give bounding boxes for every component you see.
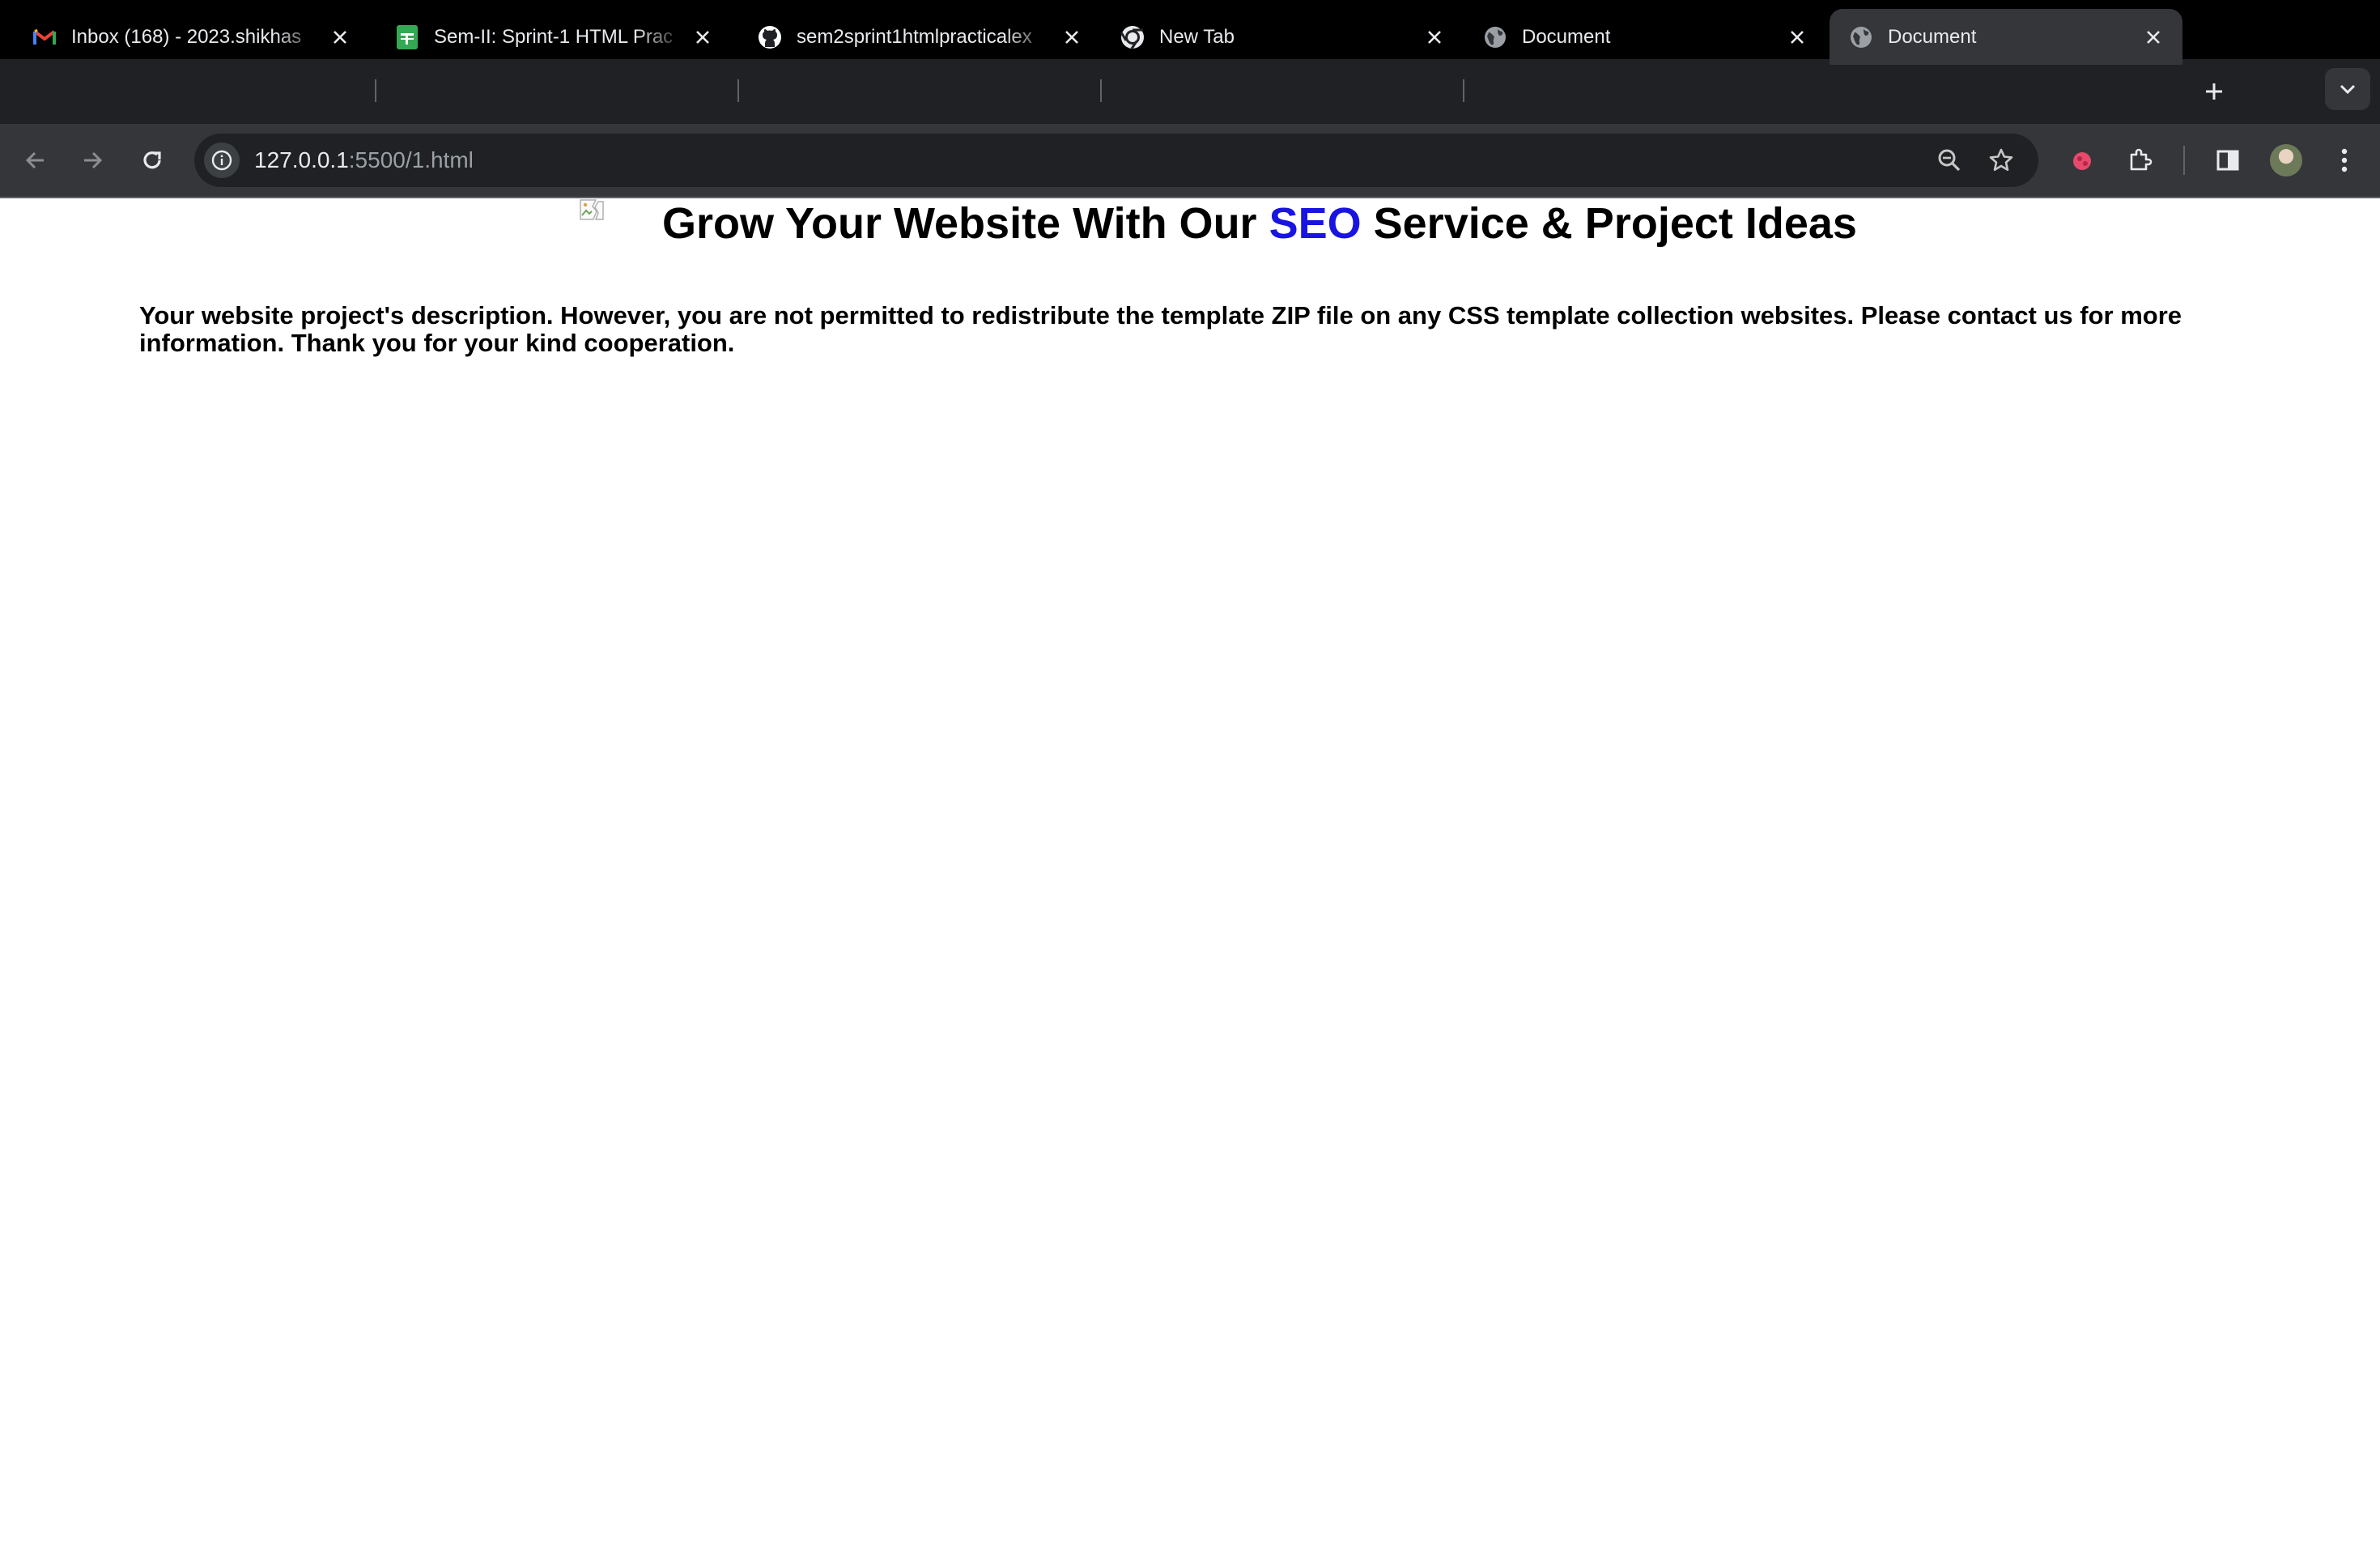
url-path: :5500/1.html [348,147,474,172]
close-icon[interactable] [686,21,719,53]
extension-button[interactable] [2059,138,2105,183]
tab-gmail[interactable]: Inbox (168) - 2023.shikhas [13,9,369,65]
star-icon [1989,148,2013,171]
tab-separator [1463,79,1464,102]
tab-title: New Tab [1159,25,1235,48]
url-text[interactable]: 127.0.0.1:5500/1.html [254,144,474,176]
chrome-icon [1120,25,1145,49]
reload-icon [143,151,161,169]
globe-icon [1849,25,1873,49]
sheets-icon [395,24,419,49]
globe-icon [1483,25,1507,49]
tab-new-tab[interactable]: New Tab [1101,9,1464,65]
broken-image-icon [580,199,604,220]
tab-strip [0,59,2380,124]
back-button[interactable] [13,138,58,183]
tab-separator [737,79,739,102]
puzzle-icon [2130,148,2153,171]
profile-avatar[interactable] [2270,144,2302,176]
side-panel-button[interactable] [2205,138,2250,183]
title-highlight-seo: SEO [1269,199,1362,248]
new-tab-button[interactable] [2195,73,2233,110]
extensions-menu-button[interactable] [2118,138,2163,183]
arrow-right-icon [84,151,103,169]
tab-document-active[interactable]: Document [1830,9,2182,65]
forward-button[interactable] [70,138,115,183]
tab-title: Inbox (168) - 2023.shikhas [71,25,302,48]
page-viewport [0,198,2380,1548]
title-part-end: Service & Project Ideas [1361,199,1857,248]
chevron-down-icon [2340,84,2356,95]
project-description: Your website project's description. Howe… [139,301,2182,357]
toolbar-divider [2183,146,2185,175]
zoom-out-icon [1938,149,1961,172]
title-part-start: Grow Your Website With Our [662,199,1269,248]
tab-title: sem2sprint1htmlpracticalex [797,25,1032,48]
tab-github[interactable]: sem2sprint1htmlpracticalex [738,9,1101,65]
extension-logo-icon [2073,152,2091,170]
tab-sheets[interactable]: Sem-II: Sprint-1 HTML Prac [376,9,732,65]
zoom-button[interactable] [1927,138,1972,183]
browser-menu-button[interactable] [2322,138,2367,183]
tab-separator [1100,79,1102,102]
tab-title: Document [1522,25,1611,48]
close-icon[interactable] [324,21,356,53]
arrow-left-icon [25,151,44,169]
info-icon [211,150,232,171]
reload-button[interactable] [130,138,175,183]
page-title: Grow Your Website With Our SEO Service &… [662,199,1857,248]
tab-title: Document [1888,25,1977,48]
tab-document[interactable]: Document [1464,9,1826,65]
close-icon[interactable] [1781,21,1813,53]
tab-title: Sem-II: Sprint-1 HTML Prac [434,25,674,48]
gmail-icon [32,25,57,49]
plus-icon [2206,83,2222,100]
url-host: 127.0.0.1 [254,147,349,172]
tab-separator [375,79,376,102]
close-icon[interactable] [1056,21,1088,53]
more-vertical-icon [2341,148,2348,172]
site-info-button[interactable] [204,142,240,178]
close-icon[interactable] [1418,21,1451,53]
close-icon[interactable] [2137,21,2170,53]
bookmark-button[interactable] [1978,138,2024,183]
tab-search-button[interactable] [2325,68,2370,110]
side-panel-icon [2216,150,2239,171]
page-header: Grow Your Website With Our SEO Service &… [580,199,1857,248]
github-icon [758,25,782,49]
